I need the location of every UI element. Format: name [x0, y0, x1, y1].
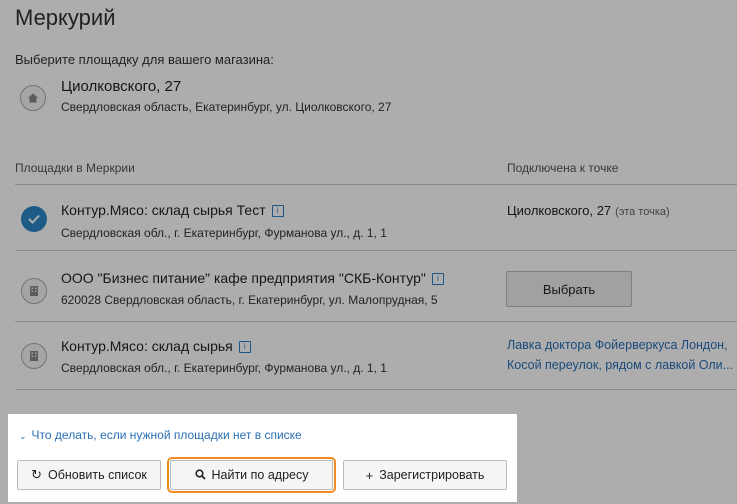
page-subtitle: Выберите площадку для вашего магазина:: [15, 52, 274, 67]
page-title: Меркурий: [15, 5, 116, 30]
site-name: Контур.Мясо: склад сырья i: [61, 338, 251, 354]
find-by-address-button[interactable]: Найти по адресу: [167, 457, 336, 493]
register-label: Зарегистрировать: [379, 468, 485, 482]
plus-icon: +: [365, 467, 374, 483]
site-name: ООО "Бизнес питание" кафе предприятия "С…: [61, 270, 444, 286]
site-name-text: Контур.Мясо: склад сырья: [61, 338, 233, 354]
help-link-text: Что делать, если нужной площадки нет в с…: [31, 428, 302, 442]
house-icon: [20, 85, 46, 111]
column-header-connected: Подключена к точке: [507, 161, 619, 175]
chevron-down-icon: ⌄: [19, 431, 27, 441]
selected-check-icon[interactable]: [21, 206, 47, 232]
site-address: Свердловская обл., г. Екатеринбург, Фурм…: [61, 226, 387, 240]
select-button[interactable]: Выбрать: [506, 271, 632, 307]
action-panel: ⌄ Что делать, если нужной площадки нет в …: [8, 414, 517, 502]
connected-store-name: Циолковского, 27: [507, 203, 612, 218]
site-name-text: Контур.Мясо: склад сырья Тест: [61, 202, 266, 218]
connected-store-note: (эта точка): [615, 206, 670, 218]
building-icon: [21, 343, 47, 369]
divider: [15, 321, 737, 322]
divider: [15, 250, 737, 251]
refresh-label: Обновить список: [48, 468, 147, 482]
refresh-list-button[interactable]: ↻ Обновить список: [17, 460, 161, 490]
info-icon[interactable]: i: [271, 205, 284, 218]
site-address: 620028 Свердловская область, г. Екатерин…: [61, 293, 438, 307]
search-icon: [194, 468, 206, 483]
find-label: Найти по адресу: [211, 468, 309, 482]
divider: [15, 389, 737, 390]
register-button[interactable]: + Зарегистрировать: [343, 460, 507, 490]
store-address: Свердловская область, Екатеринбург, ул. …: [61, 100, 392, 114]
refresh-icon: ↻: [31, 467, 42, 482]
info-icon[interactable]: i: [431, 273, 444, 286]
store-name: Циолковского, 27: [61, 78, 182, 95]
site-name-text: ООО "Бизнес питание" кафе предприятия "С…: [61, 270, 426, 286]
help-link[interactable]: ⌄ Что делать, если нужной площадки нет в …: [19, 428, 302, 442]
info-icon[interactable]: i: [238, 341, 251, 354]
site-address: Свердловская обл., г. Екатеринбург, Фурм…: [61, 361, 387, 375]
connected-store-link[interactable]: Косой переулок, рядом с лавкой Оли...: [507, 358, 737, 372]
building-icon: [21, 278, 47, 304]
connected-store-link[interactable]: Лавка доктора Фойерверкуса Лондон,: [507, 338, 737, 352]
connected-store: Циолковского, 27 (эта точка): [507, 203, 670, 218]
column-header-sites: Площадки в Меркрии: [15, 161, 135, 175]
site-name: Контур.Мясо: склад сырья Тест i: [61, 202, 284, 218]
divider: [15, 184, 737, 185]
